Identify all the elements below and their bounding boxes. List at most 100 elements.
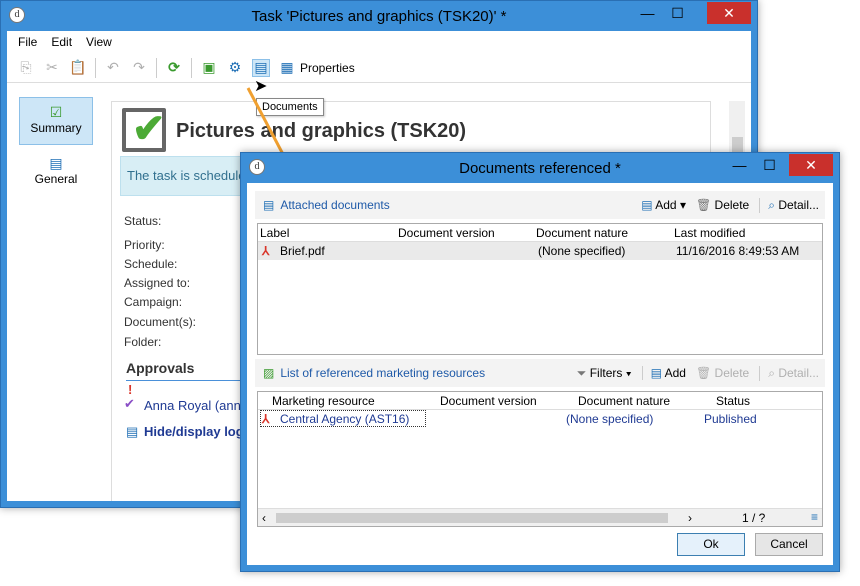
properties-icon[interactable]: ▦ bbox=[278, 59, 296, 77]
document-nature: (None specified) bbox=[538, 244, 626, 258]
marketing-actions: ⏷ Filters ▾ ▤ Add 🗑 Delete ⌕ Detail... bbox=[577, 359, 819, 387]
sidebar: ☑ Summary ▤ General bbox=[13, 97, 97, 501]
properties-button[interactable]: Properties bbox=[300, 61, 355, 75]
task-window-titlebar[interactable]: d Task 'Pictures and graphics (TSK20)' *… bbox=[1, 1, 757, 31]
attach-icon: ▤ bbox=[263, 198, 275, 212]
campaign-label: Campaign: bbox=[124, 295, 183, 309]
add-document-button[interactable]: ▤ Add ▾ bbox=[641, 198, 686, 212]
add-label: Add bbox=[664, 366, 686, 380]
documents-tooltip: Documents bbox=[256, 98, 324, 116]
filters-button[interactable]: ⏷ Filters ▾ bbox=[577, 366, 632, 381]
app-logo-icon: d bbox=[249, 159, 265, 175]
dialog-minimize-button[interactable]: — bbox=[726, 154, 753, 176]
scrollbar-thumb[interactable] bbox=[276, 513, 668, 523]
column-label[interactable]: Label bbox=[260, 226, 289, 240]
main-toolbar: ⎘ ✂ 📋 ↶ ↷ ⟳ ▣ ⚙ ▤ ▦ Properties bbox=[7, 53, 751, 83]
delete-label: Delete bbox=[714, 366, 750, 380]
scroll-right-icon[interactable]: › bbox=[688, 511, 692, 525]
status-label: Status: bbox=[124, 214, 162, 228]
documents-icon[interactable]: ▤ bbox=[252, 58, 270, 77]
column-document-version[interactable]: Document version bbox=[440, 394, 537, 408]
pdf-icon: ⅄ bbox=[262, 412, 270, 426]
approver-name[interactable]: Anna Royal (anna bbox=[144, 398, 248, 413]
redo-icon[interactable]: ↷ bbox=[130, 59, 148, 77]
detail-label: Detail... bbox=[778, 365, 819, 380]
resource-name: Central Agency (AST16) bbox=[280, 412, 410, 426]
toolbar-separator bbox=[95, 57, 96, 78]
image-icon: ▨ bbox=[263, 366, 275, 380]
detail-document-button[interactable]: ⌕ Detail... bbox=[759, 197, 819, 213]
clipboard-icon: ▤ bbox=[49, 155, 63, 171]
dialog-title: Documents referenced * bbox=[459, 159, 621, 177]
detail-label: Detail... bbox=[778, 197, 819, 212]
menu-edit[interactable]: Edit bbox=[44, 35, 79, 49]
toolbar-separator bbox=[191, 57, 192, 78]
cancel-button[interactable]: Cancel bbox=[755, 533, 823, 556]
cut-icon[interactable]: ✂ bbox=[43, 59, 61, 77]
list-menu-icon[interactable]: ≡ bbox=[811, 510, 818, 524]
calculator-icon[interactable]: ▣ bbox=[200, 59, 218, 77]
document-label: Brief.pdf bbox=[280, 244, 325, 258]
undo-icon[interactable]: ↶ bbox=[104, 59, 122, 77]
folder-label: Folder: bbox=[124, 335, 162, 349]
attached-actions: ▤ Add ▾ 🗑 Delete ⌕ Detail... bbox=[641, 191, 819, 219]
document-modified: 11/16/2016 8:49:53 AM bbox=[676, 244, 800, 258]
toolbar-separator bbox=[156, 57, 157, 78]
sidebar-item-general[interactable]: ▤ General bbox=[19, 149, 93, 197]
table-row[interactable]: ⅄ Brief.pdf (None specified) 11/16/2016 … bbox=[258, 242, 822, 260]
attached-documents-header: ▤ Attached documents ▤ Add ▾ 🗑 Delete ⌕ … bbox=[255, 191, 825, 219]
approvals-divider bbox=[126, 380, 256, 381]
schedule-label: Schedule: bbox=[124, 257, 178, 271]
pager-text: 1 / ? bbox=[742, 511, 766, 525]
menu-file[interactable]: File bbox=[11, 35, 44, 49]
sidebar-item-label: Summary bbox=[30, 121, 82, 135]
column-document-version[interactable]: Document version bbox=[398, 226, 495, 240]
horizontal-scrollbar[interactable]: ‹ › 1 / ? ≡ bbox=[258, 508, 822, 526]
column-status[interactable]: Status bbox=[716, 394, 750, 408]
copy-icon[interactable]: ⎘ bbox=[17, 59, 35, 77]
column-marketing-resource[interactable]: Marketing resource bbox=[272, 394, 375, 408]
table-row[interactable]: ⅄ Central Agency (AST16) (None specified… bbox=[258, 410, 822, 428]
approval-check-icon: ✔ bbox=[124, 396, 135, 411]
sidebar-item-summary[interactable]: ☑ Summary bbox=[19, 97, 93, 145]
magnifier-icon: ⌕ bbox=[768, 197, 775, 212]
add-label: Add bbox=[655, 198, 677, 212]
delete-document-button[interactable]: 🗑 Delete bbox=[696, 198, 749, 212]
add-resource-button[interactable]: ▤ Add bbox=[641, 366, 686, 380]
dialog-maximize-button[interactable]: ☐ bbox=[756, 154, 783, 176]
minimize-button[interactable]: — bbox=[634, 2, 661, 24]
column-last-modified[interactable]: Last modified bbox=[674, 226, 745, 240]
logs-icon: ▤ bbox=[126, 424, 139, 439]
close-button[interactable]: ✕ bbox=[707, 2, 751, 24]
scroll-left-icon[interactable]: ‹ bbox=[262, 511, 266, 525]
column-document-nature[interactable]: Document nature bbox=[536, 226, 628, 240]
menu-bar: File Edit View bbox=[7, 31, 751, 53]
maximize-button[interactable]: ☐ bbox=[664, 2, 691, 24]
delete-resource-button[interactable]: 🗑 Delete bbox=[696, 366, 749, 380]
filters-label: Filters bbox=[589, 365, 623, 380]
dialog-close-button[interactable]: ✕ bbox=[789, 154, 833, 176]
attached-documents-table: Label Document version Document nature L… bbox=[257, 223, 823, 355]
hide-display-logs-link[interactable]: Hide/display logs bbox=[144, 424, 251, 439]
delete-label: Delete bbox=[714, 198, 750, 212]
documents-label: Document(s): bbox=[124, 315, 197, 329]
task-status-icon: ✔ bbox=[122, 107, 166, 152]
sidebar-item-label: General bbox=[34, 172, 78, 186]
marketing-resources-header: ▨ List of referenced marketing resources… bbox=[255, 359, 825, 387]
ok-button[interactable]: Ok bbox=[677, 533, 745, 556]
pdf-icon: ⅄ bbox=[262, 244, 270, 258]
trash-icon: 🗑 bbox=[695, 366, 712, 380]
filter-icon: ⏷ bbox=[576, 365, 587, 380]
paste-icon[interactable]: 📋 bbox=[69, 59, 87, 77]
detail-resource-button[interactable]: ⌕ Detail... bbox=[759, 365, 819, 381]
menu-view[interactable]: View bbox=[79, 35, 119, 49]
marketing-resources-title: List of referenced marketing resources bbox=[280, 366, 486, 380]
settings-icon[interactable]: ⚙ bbox=[226, 59, 244, 77]
dialog-titlebar[interactable]: d Documents referenced * — ☐ ✕ bbox=[241, 153, 839, 183]
resource-nature: (None specified) bbox=[566, 412, 654, 426]
documents-dialog: d Documents referenced * — ☐ ✕ ▤ Attache… bbox=[240, 152, 840, 572]
refresh-icon[interactable]: ⟳ bbox=[165, 59, 183, 77]
check-icon: ☑ bbox=[49, 104, 63, 120]
table-header: Label Document version Document nature L… bbox=[258, 224, 822, 242]
column-document-nature[interactable]: Document nature bbox=[578, 394, 670, 408]
